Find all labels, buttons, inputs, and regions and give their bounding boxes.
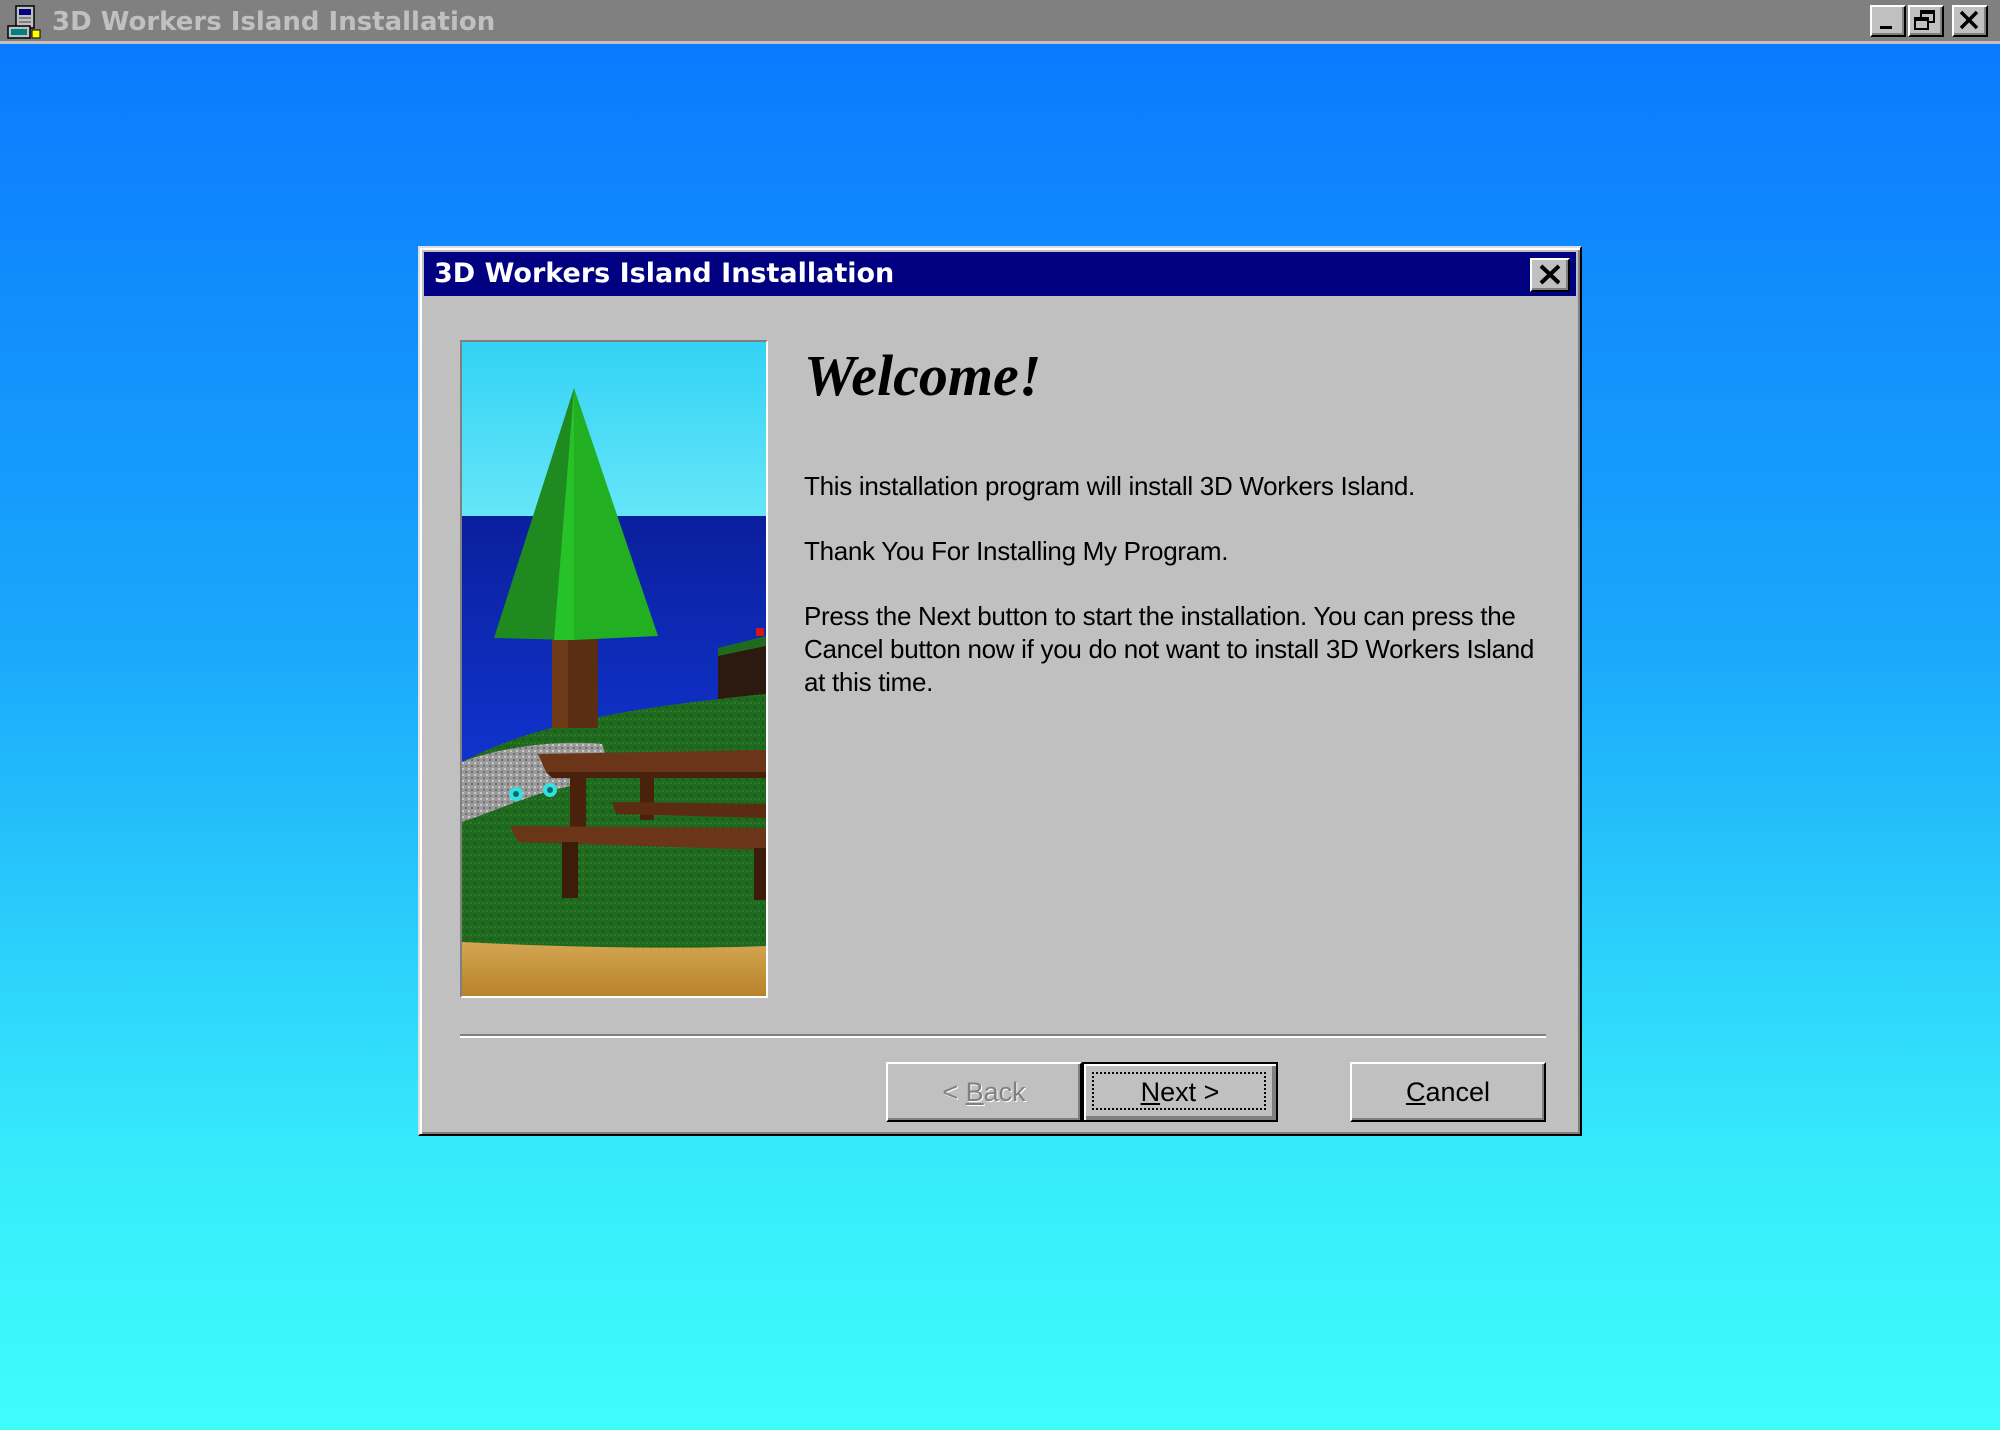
outer-window-titlebar[interactable]: 3D Workers Island Installation bbox=[0, 0, 2000, 44]
next-button[interactable]: Next > bbox=[1082, 1062, 1278, 1122]
installation-dialog: 3D Workers Island Installation Welcome! … bbox=[418, 246, 1582, 1136]
outer-window-title: 3D Workers Island Installation bbox=[52, 7, 496, 37]
close-icon bbox=[1539, 264, 1561, 285]
outer-close-button[interactable] bbox=[1952, 5, 1988, 37]
next-button-label: Next > bbox=[1140, 1077, 1220, 1107]
island-illustration bbox=[460, 340, 768, 998]
cancel-button[interactable]: Cancel bbox=[1350, 1062, 1546, 1122]
dialog-titlebar[interactable]: 3D Workers Island Installation bbox=[424, 252, 1576, 296]
intro-text: This installation program will install 3… bbox=[804, 471, 1415, 501]
separator-line bbox=[460, 1034, 1546, 1038]
restore-icon bbox=[1914, 10, 1935, 30]
minimize-icon bbox=[1880, 26, 1892, 29]
close-icon bbox=[1959, 10, 1979, 30]
thank-you-text: Thank You For Installing My Program. bbox=[804, 536, 1229, 566]
restore-button[interactable] bbox=[1908, 5, 1944, 37]
cancel-button-label: Cancel bbox=[1405, 1077, 1491, 1107]
minimize-button[interactable] bbox=[1870, 5, 1906, 37]
welcome-heading: Welcome! bbox=[804, 343, 1042, 408]
back-button[interactable]: < Back bbox=[886, 1062, 1082, 1122]
setup-computer-icon bbox=[6, 4, 42, 40]
dialog-close-button[interactable] bbox=[1530, 258, 1570, 292]
dialog-title: 3D Workers Island Installation bbox=[434, 258, 895, 289]
back-button-label: < Back bbox=[942, 1077, 1026, 1107]
instructions-text: Press the Next button to start the insta… bbox=[804, 601, 1535, 697]
desktop-background: 3D Workers Island Installation 3D Worker… bbox=[0, 0, 2000, 1430]
